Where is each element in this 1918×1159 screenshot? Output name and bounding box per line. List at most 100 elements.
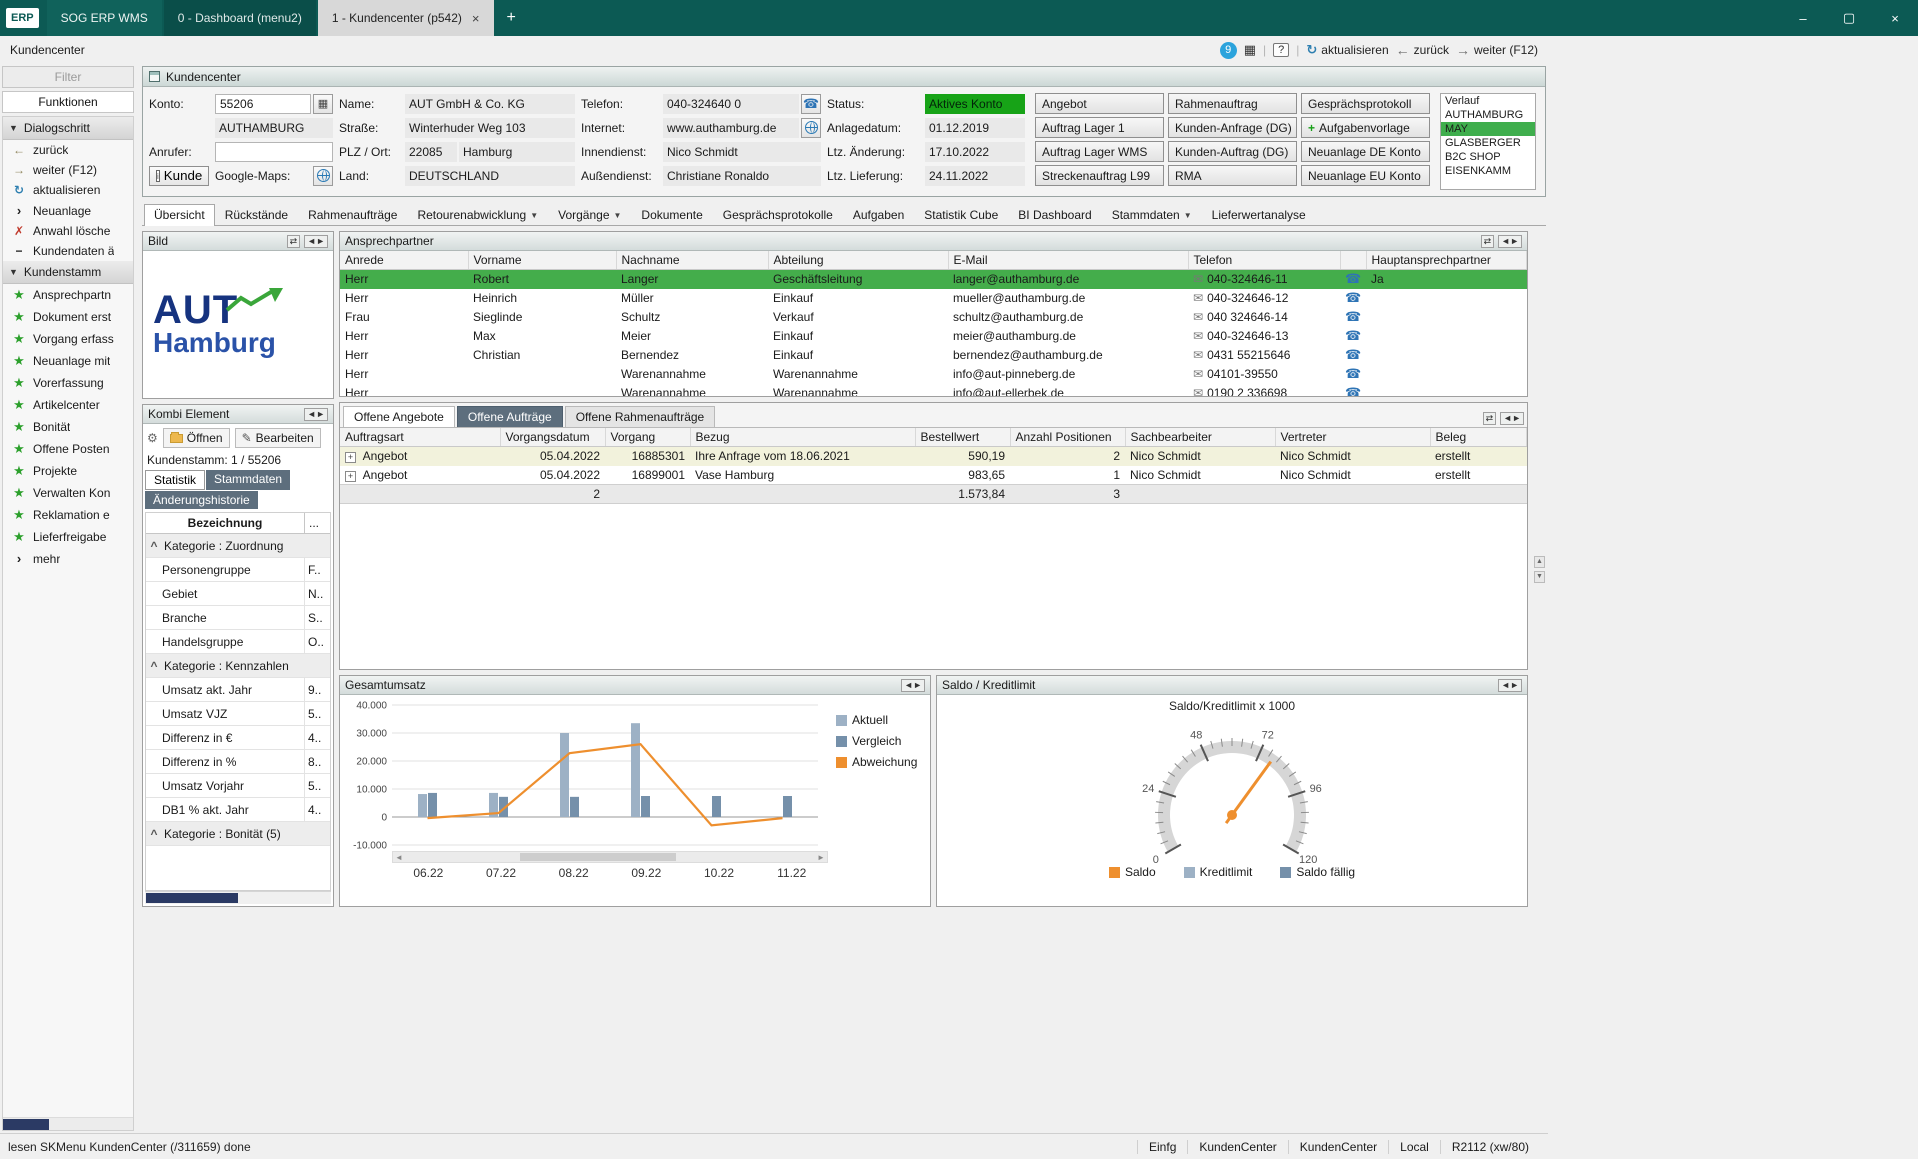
land-field[interactable]: DEUTSCHLAND xyxy=(405,165,575,186)
splitter-icon[interactable]: ◄► xyxy=(901,678,925,692)
match-code-field[interactable]: AUTHAMBURG xyxy=(215,117,333,138)
tool-icon[interactable]: ⚙ xyxy=(147,431,158,445)
maximize-button[interactable]: ▢ xyxy=(1826,0,1872,36)
contact-row[interactable]: Herr Robert Langer Geschäftsleitung lang… xyxy=(340,269,1527,289)
action-button[interactable]: Kunden-Anfrage (DG) xyxy=(1168,117,1297,138)
kombi-row[interactable]: ^ Kategorie : Bonität (5) xyxy=(146,822,330,846)
main-tab[interactable]: Aufgaben xyxy=(843,204,914,225)
window-panel-icon[interactable] xyxy=(149,71,160,82)
kombi-tab[interactable]: Statistik xyxy=(145,470,206,490)
kombi-row[interactable]: DB1 % akt. Jahr 4.. xyxy=(146,798,330,822)
column-header[interactable]: Hauptansprechpartner xyxy=(1366,251,1527,270)
verlauf-item[interactable]: GLASBERGER xyxy=(1441,136,1535,150)
column-header[interactable]: Beleg xyxy=(1430,428,1527,447)
action-button[interactable]: Gesprächsprotokoll xyxy=(1301,93,1430,114)
close-window-button[interactable]: × xyxy=(1872,0,1918,36)
sidebar-hscrollbar[interactable] xyxy=(3,1117,133,1130)
scroll-down-icon[interactable]: ▼ xyxy=(1534,570,1545,583)
column-header[interactable]: Vertreter xyxy=(1275,428,1431,447)
verlauf-item[interactable]: B2C SHOP xyxy=(1441,150,1535,164)
action-button[interactable]: Auftrag Lager WMS xyxy=(1035,141,1164,162)
plz-field[interactable]: 22085 xyxy=(405,141,457,162)
sidebar-item[interactable]: ✗ Anwahl lösche xyxy=(3,221,133,241)
expand-icon[interactable] xyxy=(345,452,356,464)
column-header[interactable]: Sachbearbeiter xyxy=(1125,428,1276,447)
verlauf-item[interactable]: AUTHAMBURG xyxy=(1441,108,1535,122)
splitter-icon[interactable]: ◄► xyxy=(304,407,328,421)
envelope-icon[interactable]: ✉ xyxy=(1193,386,1203,396)
sidebar-item[interactable]: ★ Ansprechpartn xyxy=(3,284,133,306)
action-button[interactable]: Auftrag Lager 1 xyxy=(1035,117,1164,138)
sidebar-item[interactable]: ★ Offene Posten xyxy=(3,438,133,460)
sidebar-item[interactable]: ★ Neuanlage mit xyxy=(3,350,133,372)
main-tab[interactable]: Statistik Cube xyxy=(914,204,1008,225)
open-button[interactable]: Öffnen xyxy=(162,428,230,448)
collapse-icon[interactable]: ^ xyxy=(146,539,162,553)
scroll-left-icon[interactable]: ◄ xyxy=(393,853,405,862)
offene-tab[interactable]: Offene Rahmenaufträge xyxy=(564,406,716,427)
column-header[interactable]: Bezeichnung xyxy=(146,513,304,533)
column-header[interactable]: Anrede xyxy=(340,251,469,270)
column-header[interactable]: Abteilung xyxy=(768,251,949,270)
offer-row[interactable]: Angebot 05.04.2022 16885301 Ihre Anfrage… xyxy=(340,446,1527,466)
action-button[interactable]: Neuanlage EU Konto xyxy=(1301,165,1430,186)
sidebar-item[interactable]: ★ Reklamation e xyxy=(3,504,133,526)
phone-icon[interactable]: ☎ xyxy=(1345,385,1361,396)
sidebar-section-kundenstamm[interactable]: ▼ Kundenstamm xyxy=(3,261,133,284)
column-header[interactable]: Anzahl Positionen xyxy=(1010,428,1126,447)
main-tab[interactable]: Rahmenaufträge xyxy=(298,204,407,225)
scrollbar-thumb[interactable] xyxy=(146,893,238,903)
scrollbar-thumb[interactable] xyxy=(519,853,676,861)
strasse-field[interactable]: Winterhuder Weg 103 xyxy=(405,117,575,138)
splitter-icon[interactable]: ◄► xyxy=(1498,234,1522,248)
column-header[interactable]: Vorgang xyxy=(605,428,691,447)
sidebar-item[interactable]: ★ Vorgang erfass xyxy=(3,328,133,350)
offene-tab[interactable]: Offene Aufträge xyxy=(456,406,563,427)
scrollbar-track[interactable] xyxy=(405,852,815,862)
collapse-icon[interactable]: ^ xyxy=(146,659,162,673)
action-button[interactable]: RMA xyxy=(1168,165,1297,186)
sidebar-item[interactable]: ★ Verwalten Kon xyxy=(3,482,133,504)
offer-row[interactable]: Angebot 05.04.2022 16899001 Vase Hamburg… xyxy=(340,466,1527,485)
collapse-icon[interactable]: ^ xyxy=(146,827,162,841)
kombi-row[interactable]: Branche S.. xyxy=(146,606,330,630)
sidebar-item[interactable]: ★ Projekte xyxy=(3,460,133,482)
kombi-hscrollbar[interactable] xyxy=(145,891,331,904)
splitter-icon[interactable]: ◄► xyxy=(1498,678,1522,692)
contact-row[interactable]: Herr Christian Bernendez Einkauf bernend… xyxy=(340,346,1527,365)
contact-row[interactable]: Herr Heinrich Müller Einkauf mueller@aut… xyxy=(340,289,1527,308)
kombi-row[interactable]: Handelsgruppe O.. xyxy=(146,630,330,654)
sidebar-item[interactable]: − Kundendaten ä xyxy=(3,241,133,261)
new-window-icon[interactable]: ▦ xyxy=(1244,42,1256,58)
splitter-icon[interactable]: ◄► xyxy=(1500,412,1524,425)
sidebar-item[interactable]: ★ Vorerfassung xyxy=(3,372,133,394)
aussendienst-field[interactable]: Christiane Ronaldo xyxy=(663,165,821,186)
detach-icon[interactable]: ⇄ xyxy=(286,234,301,248)
sidebar-item[interactable]: ↻ aktualisieren xyxy=(3,180,133,200)
scrollbar-thumb[interactable] xyxy=(3,1119,49,1130)
contact-row[interactable]: Herr Warenannahme Warenannahme info@aut-… xyxy=(340,365,1527,384)
envelope-icon[interactable]: ✉ xyxy=(1193,291,1203,305)
column-header[interactable]: E-Mail xyxy=(948,251,1189,270)
verlauf-item[interactable]: MAY xyxy=(1441,122,1535,136)
column-header[interactable]: Vorgangsdatum xyxy=(500,428,606,447)
forward-button[interactable]: → weiter (F12) xyxy=(1456,42,1538,58)
kombi-tab[interactable]: Stammdaten xyxy=(206,470,291,490)
envelope-icon[interactable]: ✉ xyxy=(1193,348,1203,362)
chart-hscrollbar[interactable]: ◄ ► xyxy=(392,851,828,863)
kombi-row[interactable]: Differenz in € 4.. xyxy=(146,726,330,750)
name-field[interactable]: AUT GmbH & Co. KG xyxy=(405,93,575,114)
main-tab[interactable]: Dokumente xyxy=(631,204,712,225)
envelope-icon[interactable]: ✉ xyxy=(1193,272,1203,286)
main-tab[interactable]: Lieferwertanalyse xyxy=(1202,204,1316,225)
kombi-tab[interactable]: Änderungshistorie xyxy=(145,491,258,509)
anrufer-input[interactable] xyxy=(215,141,333,162)
action-button[interactable]: Neuanlage DE Konto xyxy=(1301,141,1430,162)
action-button[interactable]: Streckenauftrag L99 xyxy=(1035,165,1164,186)
column-header[interactable]: Bezug xyxy=(690,428,916,447)
kombi-row[interactable]: ^ Kategorie : Kennzahlen xyxy=(146,654,330,678)
window-tab[interactable]: 0 - Dashboard (menu2) xyxy=(163,0,316,36)
detach-icon[interactable]: ⇄ xyxy=(1482,412,1497,425)
ort-field[interactable]: Hamburg xyxy=(459,141,575,162)
sidebar-tab-filter[interactable]: Filter xyxy=(2,66,134,88)
